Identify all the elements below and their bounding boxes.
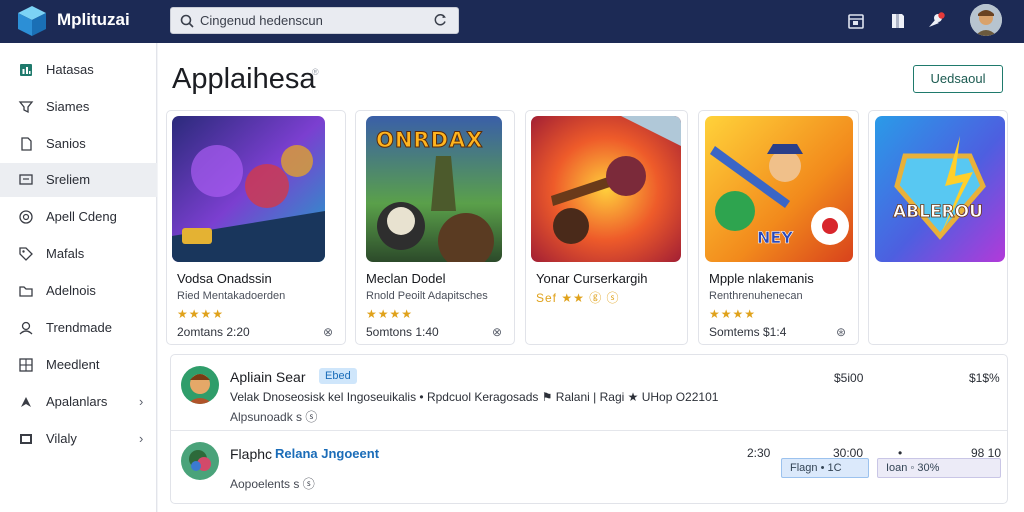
sidebar-item-label: Meedlent bbox=[46, 357, 100, 372]
artwork-title: NEY bbox=[757, 228, 794, 248]
app-card[interactable]: Vodsa Onadssin Ried Mentakadoerden ★★★★ … bbox=[166, 110, 346, 345]
main-content: Applaihesa ® Uedsaoul Vodsa Onadssin Rie… bbox=[158, 43, 1024, 512]
app-card-artwork[interactable] bbox=[172, 116, 325, 262]
star-rating: Sef ★★ ⓖ ⓢ bbox=[536, 291, 620, 305]
app-avatar bbox=[181, 442, 219, 480]
sidebar-item-trendmade[interactable]: Trendmade bbox=[0, 311, 157, 345]
list-item-title: Flaphc bbox=[230, 446, 273, 462]
folder-icon bbox=[19, 286, 33, 297]
calendar-icon[interactable] bbox=[846, 11, 866, 31]
sidebar-item-mafals[interactable]: Mafals bbox=[0, 237, 157, 271]
sidebar-item-apalanlars[interactable]: Apalanlars › bbox=[0, 385, 157, 419]
app-card[interactable]: ABLEROU bbox=[868, 110, 1008, 345]
search-text: Cingenud hedenscun bbox=[200, 13, 323, 28]
sidebar-item-label: Sreliem bbox=[46, 172, 91, 187]
cube-logo-icon[interactable] bbox=[16, 4, 48, 38]
badge-icon[interactable]: ⊗ bbox=[323, 325, 333, 339]
app-card[interactable]: NEY Mpple nlakemanis Renthrenuhenecan ★★… bbox=[698, 110, 859, 345]
action-button[interactable]: Uedsaoul bbox=[913, 65, 1003, 93]
app-card[interactable]: Yonar Curserkargih Sef ★★ ⓖ ⓢ bbox=[525, 110, 688, 345]
card-meta: Somtems $1:4 bbox=[709, 325, 787, 339]
time-value: 2:30 bbox=[747, 446, 771, 460]
list-item[interactable]: Apliain Sear Ebed Velak Dnoseosisk kel I… bbox=[171, 355, 1007, 429]
search-icon bbox=[180, 14, 194, 28]
app-card-artwork[interactable]: ONRDAX bbox=[366, 116, 502, 262]
app-brand[interactable]: Mplituzai bbox=[57, 10, 130, 30]
page-title: Applaihesa bbox=[172, 63, 316, 95]
app-avatar bbox=[181, 366, 219, 404]
top-bar: Mplituzai Cingenud hedenscun bbox=[0, 0, 1024, 43]
bookmark-icon[interactable] bbox=[888, 11, 908, 31]
sidebar-item-label: Trendmade bbox=[46, 320, 112, 335]
filter-icon bbox=[18, 101, 34, 114]
app-list: Apliain Sear Ebed Velak Dnoseosisk kel I… bbox=[170, 354, 1008, 504]
bar-chart-icon bbox=[20, 64, 32, 76]
artwork-title: ONRDAX bbox=[375, 128, 484, 153]
sidebar-item-apell-cdeng[interactable]: Apell Cdeng bbox=[0, 200, 157, 234]
sidebar-item-label: Apell Cdeng bbox=[46, 209, 117, 224]
sidebar-item-label: Vilaly bbox=[46, 431, 77, 446]
notification-icon[interactable] bbox=[926, 11, 946, 31]
monitor-icon bbox=[19, 174, 33, 185]
badge-icon[interactable]: ⊛ bbox=[836, 325, 846, 339]
chevron-right-icon[interactable]: › bbox=[139, 394, 143, 409]
title-mark: ® bbox=[312, 67, 319, 77]
app-card-artwork[interactable]: ABLEROU bbox=[875, 116, 1005, 262]
user-avatar[interactable] bbox=[970, 4, 1002, 36]
star-rating: ★★★★ bbox=[709, 307, 757, 321]
card-title: Mpple nlakemanis bbox=[709, 271, 814, 286]
user-icon bbox=[19, 321, 33, 335]
sidebar-item-siames[interactable]: Siames bbox=[0, 90, 157, 124]
sidebar-item-label: Adelnois bbox=[46, 283, 96, 298]
star-rating: ★★★★ bbox=[177, 307, 225, 321]
list-item-meta: Aopoelents s ⓢ bbox=[230, 477, 315, 491]
sidebar-item-sreliem[interactable]: Sreliem bbox=[0, 163, 157, 197]
status-pill[interactable]: Flagn • 1C bbox=[781, 458, 869, 478]
sidebar-item-label: Sanios bbox=[46, 136, 86, 151]
cursor-icon bbox=[21, 397, 31, 407]
refresh-icon[interactable] bbox=[433, 13, 447, 27]
card-meta: 5omtons 1:40 bbox=[366, 325, 439, 339]
app-card-artwork[interactable] bbox=[531, 116, 681, 262]
sidebar-item-hatasas[interactable]: Hatasas bbox=[0, 53, 157, 87]
file-icon bbox=[21, 137, 32, 151]
globe-icon bbox=[19, 210, 33, 224]
card-subtitle: Rnold Peoilt Adapitsches bbox=[366, 290, 488, 302]
sidebar-item-vilaly[interactable]: Vilaly › bbox=[0, 422, 157, 456]
sidebar-item-adelnois[interactable]: Adelnois bbox=[0, 274, 157, 308]
sidebar-item-label: Mafals bbox=[46, 246, 85, 261]
card-subtitle: Renthrenuhenecan bbox=[709, 290, 803, 302]
status-badge: Ebed bbox=[319, 368, 357, 384]
star-rating: ★★★★ bbox=[366, 307, 414, 321]
sidebar-item-label: Apalanlars bbox=[46, 394, 108, 409]
card-meta: 2omtans 2:20 bbox=[177, 325, 250, 339]
app-card-artwork[interactable]: NEY bbox=[705, 116, 853, 262]
price-value: $5i00 bbox=[834, 371, 864, 385]
chevron-right-icon[interactable]: › bbox=[139, 431, 143, 446]
badge-icon[interactable]: ⊗ bbox=[492, 325, 502, 339]
card-title: Meclan Dodel bbox=[366, 271, 446, 286]
app-card[interactable]: ONRDAX Meclan Dodel Rnold Peoilt Adapits… bbox=[355, 110, 515, 345]
card-title: Vodsa Onadssin bbox=[177, 271, 272, 286]
sidebar-item-label: Siames bbox=[46, 99, 90, 114]
tag-icon bbox=[19, 247, 33, 261]
card-title: Yonar Curserkargih bbox=[536, 271, 648, 286]
card-subtitle: Ried Mentakadoerden bbox=[177, 290, 286, 302]
sidebar-item-meedlent[interactable]: Meedlent bbox=[0, 348, 157, 382]
list-item-description: Velak Dnoseosisk kel Ingoseuikalis • Rpd… bbox=[230, 390, 719, 404]
grid-icon bbox=[19, 358, 33, 372]
screen-icon bbox=[20, 434, 32, 444]
sidebar-item-sanios[interactable]: Sanios bbox=[0, 127, 157, 161]
list-item-category[interactable]: Relana Jngoeent bbox=[271, 444, 383, 463]
sidebar-item-label: Hatasas bbox=[46, 62, 94, 77]
percent-value: $1$% bbox=[969, 371, 1000, 385]
artwork-title: ABLEROU bbox=[893, 202, 984, 223]
status-pill[interactable]: Ioan ◦ 30% bbox=[877, 458, 1001, 478]
sidebar: Hatasas Siames Sanios Sreliem Apell Cden… bbox=[0, 43, 157, 512]
list-item[interactable]: Flaphc Relana Jngoeent Aopoelents s ⓢ 2:… bbox=[171, 430, 1007, 504]
search-input[interactable]: Cingenud hedenscun bbox=[170, 7, 459, 34]
list-item-title: Apliain Sear bbox=[230, 369, 306, 385]
list-item-meta: Alpsunoadk s ⓢ bbox=[230, 410, 318, 424]
